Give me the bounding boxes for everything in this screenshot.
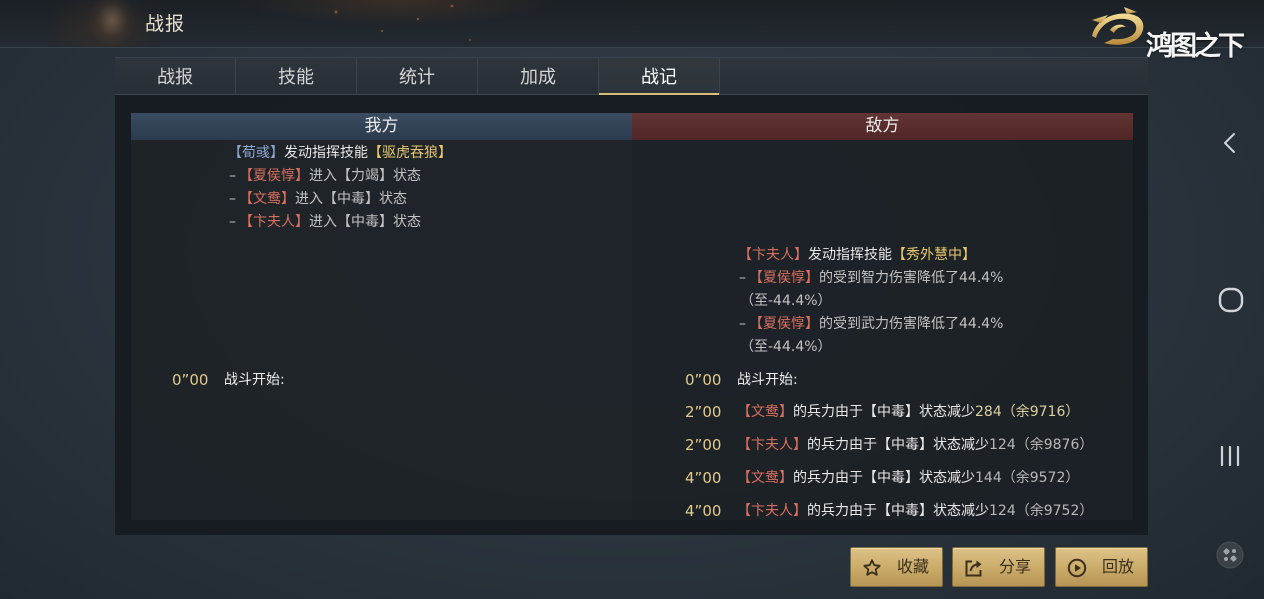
dragon-emblem-icon: [1092, 7, 1144, 45]
replay-button-label: 回放: [1102, 557, 1135, 576]
effect-text: 的受到武力伤害降低了44.4%: [819, 316, 1004, 332]
page-title: 战报: [145, 13, 186, 35]
troop-change: 124（余9876）: [989, 437, 1094, 453]
target-name: 【夏侯惇】: [749, 316, 819, 332]
effect-text: 进入【力竭】状态: [309, 168, 421, 184]
effect-dash: –: [739, 316, 746, 332]
timestamp: 0”00: [172, 371, 209, 389]
effect-text: 进入【中毒】状态: [295, 191, 407, 207]
target-name: 【文鸯】: [239, 191, 295, 207]
enemy-side-battle-start-row: 0”00 战斗开始:: [685, 369, 798, 392]
logo-text: 鸿图之下: [1146, 31, 1245, 62]
skill-name: 【驱虎吞狼】: [368, 145, 452, 161]
effect-line: – 【夏侯惇】 的受到武力伤害降低了44.4%: [738, 313, 1003, 336]
effect-text: 进入【中毒】状态: [309, 214, 421, 230]
battle-start-text: 战斗开始:: [224, 372, 285, 388]
tab-statistics[interactable]: 统计: [357, 58, 478, 94]
share-button-label: 分享: [999, 557, 1032, 576]
effect-text: 的受到智力伤害降低了44.4%: [819, 270, 1004, 286]
troop-change: 124（余9752）: [989, 503, 1094, 519]
report-tab-bar: 战报 技能 统计 加成 战记: [115, 57, 1148, 95]
enemy-side-header: 敌方: [632, 113, 1133, 140]
event-text: 的兵力由于【中毒】状态减少: [793, 470, 975, 486]
event-text: 的兵力由于【中毒】状态减少: [793, 404, 975, 420]
my-side-header: 我方: [131, 113, 632, 140]
timestamp: 0”00: [685, 371, 722, 389]
chevron-left-icon[interactable]: [1222, 132, 1238, 154]
effect-detail: （至-44.4%）: [740, 293, 832, 309]
timestamp: 4”00: [685, 469, 722, 487]
caster-name: 【荀彧】: [228, 145, 284, 161]
tab-skills[interactable]: 技能: [236, 58, 357, 94]
target-name: 【卞夫人】: [737, 437, 807, 453]
event-text: 的兵力由于【中毒】状态减少: [807, 437, 989, 453]
favorite-button[interactable]: 收藏: [850, 547, 943, 587]
header-artwork: [0, 0, 620, 47]
skill-cast-line: 【荀彧】 发动指挥技能 【驱虎吞狼】: [228, 142, 452, 165]
share-button[interactable]: 分享: [952, 547, 1045, 587]
play-circle-icon: [1067, 558, 1087, 578]
my-side-label: 我方: [364, 116, 399, 136]
effect-dash: –: [229, 168, 236, 184]
troop-change: 284（余9716）: [975, 404, 1080, 420]
troop-loss-event: 4”00 【文鸯】 的兵力由于【中毒】状态减少 144（余9572）: [685, 467, 1079, 490]
battle-log-panel: 我方 敌方 【荀彧】 发动指挥技能 【驱虎吞狼】 – 【夏侯惇】 进入【力竭】状态 – 【…: [115, 95, 1148, 535]
favorite-button-label: 收藏: [897, 557, 930, 576]
target-name: 【夏侯惇】: [239, 168, 309, 184]
effect-dash: –: [229, 191, 236, 207]
troop-change: 144（余9572）: [975, 470, 1080, 486]
star-icon: [863, 559, 881, 576]
battle-start-text: 战斗开始:: [737, 372, 798, 388]
target-name: 【卞夫人】: [239, 214, 309, 230]
tab-label: 战报: [157, 67, 193, 88]
target-name: 【夏侯惇】: [749, 270, 819, 286]
tab-battle-report[interactable]: 战报: [115, 58, 236, 94]
top-header-bar: 战报: [0, 0, 1264, 48]
enemy-side-label: 敌方: [865, 116, 900, 136]
target-name: 【卞夫人】: [737, 503, 807, 519]
recent-apps-icon[interactable]: [1219, 445, 1241, 467]
skill-name: 【秀外慧中】: [892, 247, 976, 263]
event-text: 的兵力由于【中毒】状态减少: [807, 503, 989, 519]
caster-name: 【卞夫人】: [738, 247, 808, 263]
timestamp: 4”00: [685, 502, 722, 520]
share-icon: [965, 560, 982, 577]
effect-line: – 【夏侯惇】 进入【力竭】状态: [228, 165, 452, 188]
my-side-skill-log: 【荀彧】 发动指挥技能 【驱虎吞狼】 – 【夏侯惇】 进入【力竭】状态 – 【文鸯】 进入【…: [228, 142, 452, 234]
target-name: 【文鸯】: [737, 404, 793, 420]
effect-detail: （至-44.4%）: [740, 339, 832, 355]
troop-loss-event: 2”00 【卞夫人】 的兵力由于【中毒】状态减少 124（余9876）: [685, 434, 1093, 457]
effect-line: – 【卞夫人】 进入【中毒】状态: [228, 211, 452, 234]
effect-line: – 【夏侯惇】 的受到智力伤害降低了44.4%: [738, 267, 1003, 290]
troop-loss-event: 4”00 【卞夫人】 的兵力由于【中毒】状态减少 124（余9752）: [685, 500, 1093, 523]
tab-label: 战记: [641, 67, 677, 88]
my-side-battle-start-row: 0”00 战斗开始:: [172, 369, 285, 392]
replay-button[interactable]: 回放: [1055, 547, 1148, 587]
skill-cast-line: 【卞夫人】 发动指挥技能 【秀外慧中】: [738, 244, 1003, 267]
battle-report-screen: 战报 鸿图之下 战报 技能 统计 加成 战记 我方 敌方 【荀彧】 发动指挥技能…: [0, 0, 1264, 599]
tab-label: 加成: [520, 67, 556, 88]
tab-label: 统计: [399, 67, 435, 88]
effect-detail-line: （至-44.4%）: [738, 336, 1003, 359]
home-circle-icon[interactable]: [1218, 287, 1244, 313]
timestamp: 2”00: [685, 436, 722, 454]
target-name: 【文鸯】: [737, 470, 793, 486]
tab-bonuses[interactable]: 加成: [478, 58, 599, 94]
timestamp: 2”00: [685, 403, 722, 421]
tab-battle-log[interactable]: 战记: [599, 58, 720, 95]
troop-loss-event: 2”00 【文鸯】 的兵力由于【中毒】状态减少 284（余9716）: [685, 401, 1079, 424]
effect-dash: –: [229, 214, 236, 230]
skill-action: 发动指挥技能: [808, 247, 892, 263]
effect-line: – 【文鸯】 进入【中毒】状态: [228, 188, 452, 211]
game-assistant-icon[interactable]: [1215, 540, 1245, 570]
tab-label: 技能: [278, 67, 314, 88]
effect-dash: –: [739, 270, 746, 286]
effect-detail-line: （至-44.4%）: [738, 290, 1003, 313]
skill-action: 发动指挥技能: [284, 145, 368, 161]
enemy-side-skill-log: 【卞夫人】 发动指挥技能 【秀外慧中】 – 【夏侯惇】 的受到智力伤害降低了44.4% …: [738, 244, 1003, 359]
